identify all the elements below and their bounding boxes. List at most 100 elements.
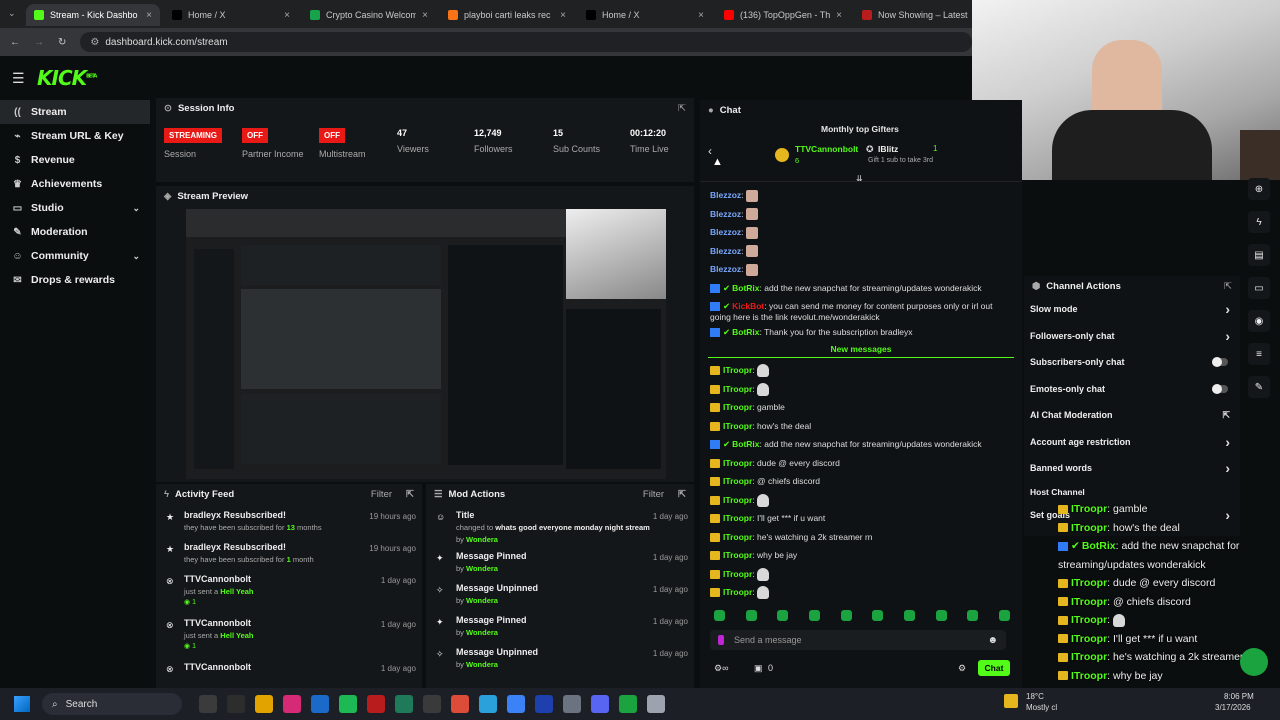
chat-username[interactable]: ITroopr	[723, 365, 752, 375]
forward-icon[interactable]: →	[34, 37, 44, 48]
menu-icon[interactable]: ☰	[12, 70, 25, 87]
mod-by-user[interactable]: Wondera	[466, 660, 498, 669]
tab-close-icon[interactable]: ×	[422, 10, 428, 21]
chat-username[interactable]: Blezzoz	[710, 264, 741, 274]
sidebar-item-stream-url-key[interactable]: ⌁ Stream URL & Key	[0, 124, 150, 148]
tab-close-icon[interactable]: ×	[560, 10, 566, 21]
activity-filter-button[interactable]: Filter	[371, 489, 392, 500]
tab-close-icon[interactable]: ×	[836, 10, 842, 21]
chat-message[interactable]: Blezzoz:	[700, 205, 1022, 224]
browser-tab[interactable]: Home / X ×	[164, 4, 298, 26]
chat-username[interactable]: BotRix	[732, 283, 759, 293]
channel-action-banned-words[interactable]: Banned words ›	[1024, 455, 1240, 482]
sidebar-item-community[interactable]: ☺ Community ⌄	[0, 244, 150, 268]
emote-shortcut-icon[interactable]	[714, 610, 725, 621]
tab-list-icon[interactable]: ⌄	[8, 8, 16, 19]
chat-username[interactable]: ITroopr	[723, 458, 752, 468]
channel-action-subscribers-only-chat[interactable]: Subscribers-only chat	[1024, 349, 1240, 376]
chat-message[interactable]: ✔ BotRix: add the new snapchat for stream…	[700, 435, 1022, 454]
emote-shortcut-icon[interactable]	[903, 610, 915, 621]
chat-username[interactable]: ITroopr	[723, 569, 752, 579]
document-icon[interactable]: ▤	[1248, 244, 1270, 266]
app-icon[interactable]	[563, 695, 581, 713]
browser-tab[interactable]: Now Showing – Latest M×	[854, 4, 988, 26]
chrome-icon[interactable]	[451, 695, 469, 713]
chevron-down-icon[interactable]: ⌄	[132, 203, 140, 214]
app-icon[interactable]	[199, 695, 217, 713]
wrench-icon[interactable]: ✎	[1248, 376, 1270, 398]
broadcast-icon[interactable]: ◉	[1248, 310, 1270, 332]
chat-username[interactable]: ITroopr	[723, 550, 752, 560]
mod-by-user[interactable]: Wondera	[466, 564, 498, 573]
settings-icon[interactable]	[647, 695, 665, 713]
chat-message[interactable]: ITroopr:	[700, 361, 1022, 380]
chat-username[interactable]: ITroopr	[723, 532, 752, 542]
chat-message[interactable]: ITroopr: dude @ every discord	[700, 454, 1022, 473]
collapse-icon[interactable]: ⇊	[856, 174, 863, 183]
sidebar-item-achievements[interactable]: ♛ Achievements	[0, 172, 150, 196]
tab-close-icon[interactable]: ×	[698, 10, 704, 21]
chat-username[interactable]: ITroopr	[723, 384, 752, 394]
chat-username[interactable]: BotRix	[732, 439, 759, 449]
popout-icon[interactable]: ⇱	[406, 489, 414, 500]
sidebar-item-revenue[interactable]: $ Revenue	[0, 148, 150, 172]
chat-username[interactable]: ITroopr	[723, 587, 752, 597]
chat-message[interactable]: ITroopr: he's watching a 2k streamer rn	[700, 528, 1022, 547]
chat-username[interactable]: Blezzoz	[710, 190, 741, 200]
chat-message[interactable]: ITroopr:	[700, 565, 1022, 584]
taskbar-search[interactable]: ⌕ Search	[42, 693, 182, 715]
channel-action-emotes-only-chat[interactable]: Emotes-only chat	[1024, 376, 1240, 403]
chat-username[interactable]: Blezzoz	[710, 227, 741, 237]
chat-message[interactable]: ITroopr: gamble	[700, 398, 1022, 417]
instagram-icon[interactable]	[283, 695, 301, 713]
mic-icon[interactable]	[718, 635, 724, 645]
chat-message[interactable]: ✔ KickBot: you can send me money for cont…	[700, 297, 1022, 312]
discord-icon[interactable]	[591, 695, 609, 713]
sidebar-item-stream[interactable]: ((Stream	[0, 100, 150, 124]
chat-message[interactable]: Blezzoz:	[700, 260, 1022, 279]
browser-tab[interactable]: Stream - Kick Dashbo ×	[26, 4, 160, 26]
file-explorer-icon[interactable]	[255, 695, 273, 713]
new-messages-divider[interactable]: New messages	[708, 344, 1014, 358]
target-icon[interactable]: ⊕	[1248, 178, 1270, 200]
mod-filter-button[interactable]: Filter	[643, 489, 664, 500]
emote-shortcut-icon[interactable]	[777, 610, 789, 621]
chat-username[interactable]: BotRix	[732, 327, 759, 337]
chat-username[interactable]: ITroopr	[723, 495, 752, 505]
chat-message[interactable]: ITroopr: why be jay	[700, 546, 1022, 565]
popout-icon[interactable]: ⇱	[1224, 281, 1232, 292]
channel-action-followers-only-chat[interactable]: Followers-only chat ›	[1024, 323, 1240, 350]
clock-date[interactable]: 3/17/2026	[1215, 703, 1251, 712]
emoji-icon[interactable]: ☻	[987, 635, 998, 646]
site-info-icon[interactable]: ⚙	[90, 37, 99, 48]
chat-username[interactable]: ITroopr	[723, 513, 752, 523]
tab-close-icon[interactable]: ×	[284, 10, 290, 21]
sidebar-item-moderation[interactable]: ✎ Moderation	[0, 220, 150, 244]
kick-icon[interactable]	[619, 695, 637, 713]
obs-icon[interactable]	[423, 695, 441, 713]
stream-preview-video[interactable]	[186, 209, 666, 479]
chat-send-button[interactable]: Chat	[978, 660, 1010, 676]
emote-shortcut-icon[interactable]	[967, 610, 979, 621]
channel-action-account-age-restriction[interactable]: Account age restriction ›	[1024, 429, 1240, 456]
chevron-down-icon[interactable]: ⌄	[132, 251, 140, 262]
chat-message[interactable]: ITroopr: @ chiefs discord	[700, 472, 1022, 491]
chat-username[interactable]: ITroopr	[723, 402, 752, 412]
chat-message[interactable]: ✔ BotRix: Thank you for the subscription …	[700, 323, 1022, 342]
popout-icon[interactable]: ⇱	[678, 489, 686, 500]
reload-icon[interactable]: ↻	[58, 37, 66, 48]
gifter1-name[interactable]: TTVCannonbolt	[795, 144, 858, 154]
chat-username[interactable]: ITroopr	[723, 421, 752, 431]
emote-shortcut-icon[interactable]	[745, 610, 757, 621]
emote-shortcut-icon[interactable]	[935, 610, 947, 621]
browser-tab[interactable]: Home / X ×	[578, 4, 712, 26]
task-view-icon[interactable]	[227, 695, 245, 713]
channel-action-host-channel[interactable]: Host Channel	[1024, 482, 1240, 502]
chat-message[interactable]: Blezzoz:	[700, 242, 1022, 261]
chat-username[interactable]: Blezzoz	[710, 209, 741, 219]
back-icon[interactable]: ←	[10, 37, 20, 48]
list-icon[interactable]: ≡	[1248, 343, 1270, 365]
tab-close-icon[interactable]: ×	[146, 10, 152, 21]
telegram-icon[interactable]	[479, 695, 497, 713]
windows-start-icon[interactable]	[14, 696, 30, 712]
